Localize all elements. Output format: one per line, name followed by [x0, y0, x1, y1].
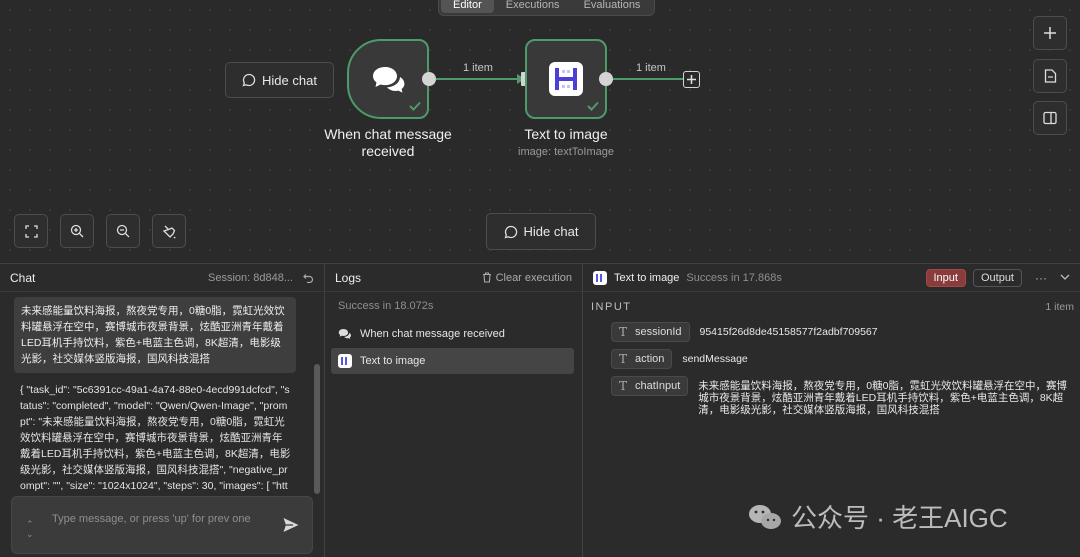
zoom-in-button[interactable]	[60, 214, 94, 248]
text-type-icon: T	[619, 325, 628, 339]
history-arrows-icon[interactable]: ⌃ ⌄	[26, 519, 34, 539]
chat-bubbles-icon	[338, 328, 351, 339]
param-chat-input: TchatInput 未来感能量饮料海报，熬夜党专用，0糖0脂，霓虹光效饮料罐悬…	[611, 376, 1073, 416]
clear-execution-label: Clear execution	[495, 271, 572, 284]
chat-input-box[interactable]: ⌃ ⌄ Type message, or press 'up' for prev …	[11, 496, 313, 554]
fit-view-button[interactable]	[14, 214, 48, 248]
param-key-label: chatInput	[635, 380, 681, 392]
zoom-out-icon	[116, 224, 130, 238]
input-toggle-button[interactable]: Input	[925, 268, 966, 287]
success-check-icon	[409, 101, 421, 111]
toggle-panel-button[interactable]	[1033, 101, 1067, 135]
node-chat-trigger-label-line2: received	[361, 143, 415, 159]
flux-logo-icon	[549, 62, 583, 96]
item-count: 1 item	[1045, 301, 1074, 313]
log-item-chat-trigger[interactable]: When chat message received	[331, 321, 574, 347]
param-key-chip: Taction	[611, 349, 673, 369]
logs-status: Success in 18.072s	[338, 300, 434, 312]
plus-icon	[687, 75, 696, 84]
param-key-chip: TchatInput	[611, 376, 689, 396]
chat-scrollbar[interactable]	[314, 364, 320, 494]
logs-title: Logs	[335, 270, 362, 285]
param-key-chip: TsessionId	[611, 322, 690, 342]
logs-panel: Logs Clear execution Success in 18.072s …	[325, 263, 583, 557]
edge-label-2: 1 item	[636, 62, 666, 74]
detail-status: Success in 17.868s	[686, 271, 782, 284]
hide-chat-button-bottom[interactable]: Hide chat	[486, 213, 596, 250]
reset-icon[interactable]	[303, 272, 314, 283]
watermark: 公众号 · 老王AIGC	[747, 498, 1008, 535]
watermark-text: 公众号 · 老王AIGC	[791, 503, 1008, 533]
bot-response: { "task_id": "5c6391cc-49a1-4a74-88e0-4e…	[20, 384, 291, 492]
node-text-to-image-label: Text to image	[524, 126, 608, 142]
flux-logo-icon	[593, 270, 607, 285]
more-options-icon[interactable]: ···	[1035, 271, 1047, 285]
plus-icon	[1044, 27, 1056, 39]
param-value: 95415f26d8de45158577f2adbf709567	[699, 326, 878, 338]
logs-header: Logs Clear execution	[325, 264, 582, 292]
chat-header: Chat Session: 8d848...	[0, 264, 324, 292]
fit-view-icon	[24, 224, 38, 238]
log-item-label: Text to image	[360, 355, 426, 367]
output-handle-image[interactable]	[599, 72, 613, 86]
chat-input-placeholder[interactable]: Type message, or press 'up' for prev one	[52, 511, 252, 527]
chat-bubbles-icon	[373, 67, 405, 93]
text-type-icon: T	[619, 352, 628, 366]
zoom-in-icon	[70, 224, 84, 238]
log-item-label: When chat message received	[360, 328, 505, 340]
send-icon[interactable]	[282, 516, 300, 534]
success-check-icon	[587, 101, 599, 111]
node-text-to-image[interactable]	[525, 39, 607, 119]
add-node-panel-button[interactable]	[1033, 16, 1067, 50]
workflow-canvas[interactable]: Editor Executions Evaluations Hide chat …	[0, 0, 1080, 263]
node-chat-trigger-label: When chat message received	[318, 126, 458, 160]
detail-header: Text to image Success in 17.868s Input O…	[583, 264, 1080, 292]
node-chat-trigger-label-line1: When chat message	[324, 126, 452, 142]
document-icon	[1044, 69, 1056, 83]
trash-icon	[482, 272, 491, 283]
param-value: sendMessage	[682, 353, 748, 365]
node-detail-panel: Text to image Success in 17.868s Input O…	[583, 263, 1080, 557]
param-key-label: action	[635, 353, 665, 365]
chevron-down-icon[interactable]	[1060, 274, 1070, 281]
param-session-id: TsessionId 95415f26d8de45158577f2adbf709…	[611, 322, 878, 342]
log-item-text-to-image[interactable]: Text to image	[331, 348, 574, 374]
param-action: Taction sendMessage	[611, 349, 748, 369]
broom-icon	[162, 225, 176, 239]
edge-label-1: 1 item	[463, 62, 493, 74]
flux-logo-icon	[338, 354, 352, 368]
chat-panel: Chat Session: 8d848... 未来感能量饮料海报，熬夜党专用，0…	[0, 263, 325, 557]
node-chat-trigger[interactable]	[347, 39, 429, 119]
input-section-label: INPUT	[591, 301, 632, 313]
tidy-up-button[interactable]	[152, 214, 186, 248]
text-type-icon: T	[619, 379, 628, 393]
zoom-out-button[interactable]	[106, 214, 140, 248]
session-id: Session: 8d848...	[207, 271, 293, 284]
chat-title: Chat	[10, 270, 36, 285]
clear-execution-button[interactable]: Clear execution	[482, 272, 572, 284]
chat-bubble-icon	[504, 225, 517, 238]
add-node-button[interactable]	[683, 71, 700, 88]
output-toggle-button[interactable]: Output	[972, 268, 1022, 287]
panel-icon	[1043, 111, 1057, 125]
param-value: 未来感能量饮料海报，熬夜党专用，0糖0脂，霓虹光效饮料罐悬浮在空中，赛博城市夜景…	[698, 380, 1067, 416]
sticky-note-button[interactable]	[1033, 59, 1067, 93]
hide-chat-label: Hide chat	[523, 224, 579, 239]
output-handle-chat[interactable]	[422, 72, 436, 86]
detail-title: Text to image	[614, 271, 680, 284]
user-message: 未来感能量饮料海报，熬夜党专用，0糖0脂，霓虹光效饮料罐悬浮在空中，赛博城市夜景…	[14, 297, 296, 373]
node-text-to-image-sub: image: textToImage	[518, 146, 614, 158]
wechat-icon	[749, 504, 781, 529]
param-key-label: sessionId	[635, 326, 682, 338]
